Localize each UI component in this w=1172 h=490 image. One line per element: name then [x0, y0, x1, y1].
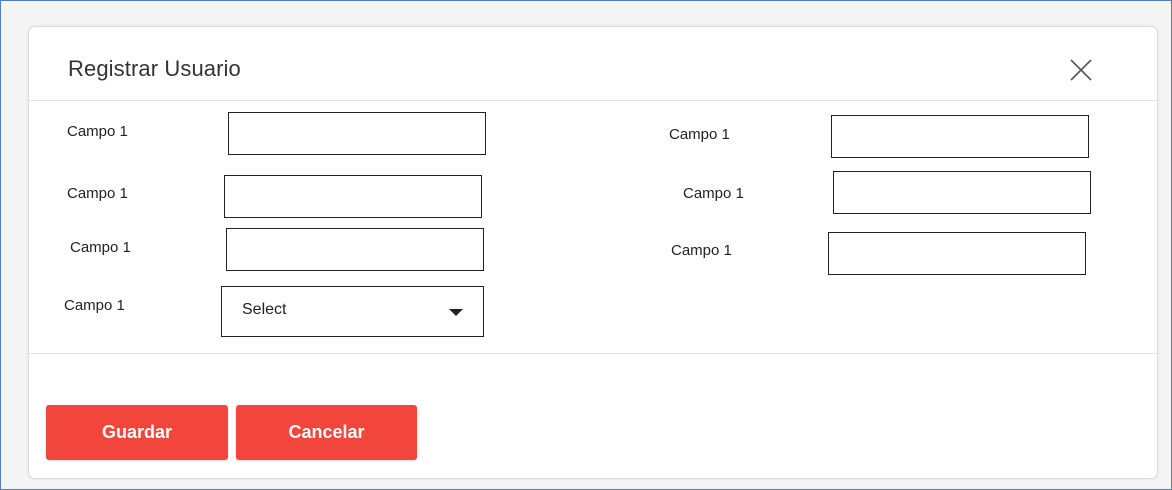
field-label-right-3: Campo 1 — [671, 242, 732, 259]
field-label-right-1: Campo 1 — [669, 126, 730, 143]
field-label-select: Campo 1 — [64, 297, 125, 314]
field-input-right-1[interactable] — [831, 115, 1089, 158]
screenshot-frame: Registrar Usuario Campo 1 Campo 1 Campo … — [0, 0, 1172, 490]
field-label-left-2: Campo 1 — [67, 185, 128, 202]
footer-divider — [29, 353, 1157, 354]
select-dropdown[interactable]: Select — [221, 286, 484, 337]
close-icon — [1070, 59, 1092, 81]
save-button[interactable]: Guardar — [46, 405, 228, 460]
field-input-left-3[interactable] — [226, 228, 484, 271]
field-label-right-2: Campo 1 — [683, 185, 744, 202]
register-user-dialog: Registrar Usuario Campo 1 Campo 1 Campo … — [28, 26, 1158, 479]
cancel-button[interactable]: Cancelar — [236, 405, 417, 460]
chevron-down-icon — [449, 309, 463, 316]
field-input-right-2[interactable] — [833, 171, 1091, 214]
close-button[interactable] — [1065, 54, 1097, 86]
select-value: Select — [242, 301, 287, 318]
field-label-left-3: Campo 1 — [70, 239, 131, 256]
field-input-right-3[interactable] — [828, 232, 1086, 275]
field-input-left-1[interactable] — [228, 112, 486, 155]
header-divider — [29, 100, 1157, 101]
field-label-left-1: Campo 1 — [67, 123, 128, 140]
field-input-left-2[interactable] — [224, 175, 482, 218]
dialog-title: Registrar Usuario — [68, 56, 241, 81]
